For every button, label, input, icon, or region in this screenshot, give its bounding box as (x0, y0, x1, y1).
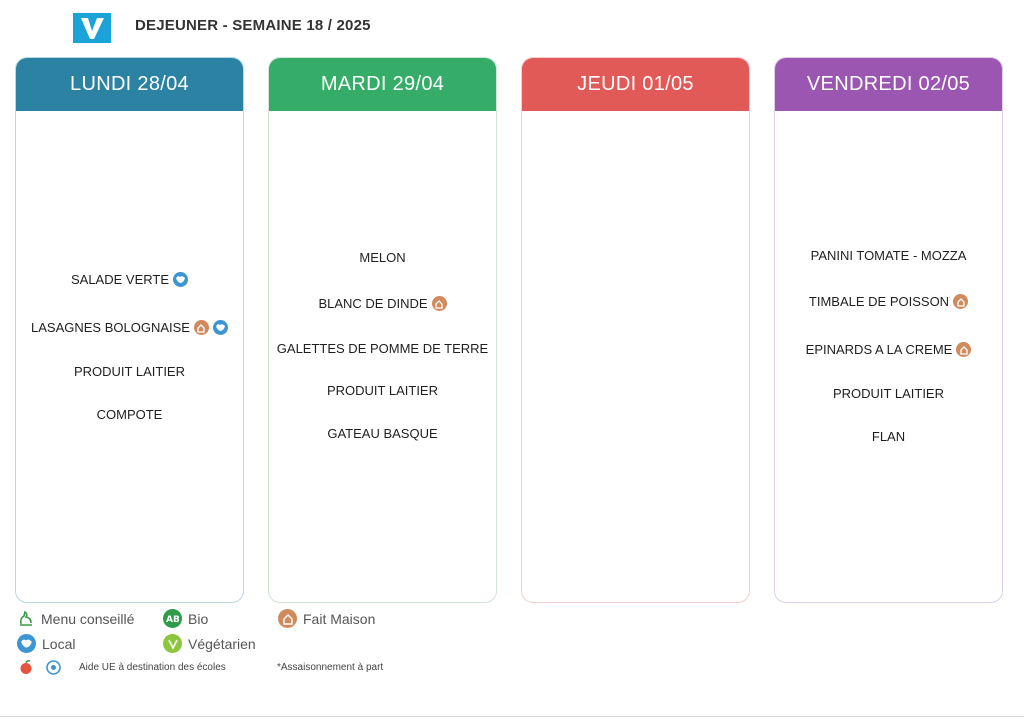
legend-label: Menu conseillé (41, 611, 135, 627)
bio-icon: AB (163, 609, 182, 628)
menu-item: FLAN (775, 429, 1002, 444)
day-card-jeudi: JEUDI 01/05 (521, 57, 750, 603)
svg-text:AB: AB (166, 615, 179, 624)
aide-ue-label: Aide UE à destination des écoles (79, 662, 226, 673)
day-card-lundi: LUNDI 28/04 SALADE VERTE LASAGNES BOLOGN… (15, 57, 244, 603)
menu-item-label: PRODUIT LAITIER (326, 383, 438, 398)
menu-conseille-icon (20, 610, 32, 626)
menu-item: MELON (269, 250, 496, 265)
menu-item-label: LASAGNES BOLOGNAISE (31, 320, 190, 335)
legend-label: Fait Maison (303, 610, 376, 627)
fait-maison-icon (431, 296, 447, 311)
legend-menu-conseille: Menu conseillé (17, 610, 134, 628)
legend-bio: AB Bio (163, 609, 208, 628)
apple-icon (20, 660, 32, 674)
day-card-vendredi: VENDREDI 02/05 PANINI TOMATE - MOZZA TIM… (774, 57, 1003, 603)
footer-divider (0, 716, 1024, 717)
menu-item: PRODUIT LAITIER (269, 383, 496, 398)
menu-item: SALADE VERTE (16, 272, 243, 287)
assaisonnement-note: *Assaisonnement à part (277, 662, 384, 673)
fait-maison-icon (193, 320, 209, 335)
milk-icon (46, 660, 61, 675)
day-header-jeudi: JEUDI 01/05 (522, 58, 749, 111)
page-title: DEJEUNER - SEMAINE 18 / 2025 (135, 17, 371, 34)
day-header-vendredi: VENDREDI 02/05 (775, 58, 1002, 111)
menu-item-label: PRODUIT LAITIER (73, 364, 185, 379)
menu-item: EPINARDS A LA CREME (775, 342, 1002, 357)
vegetarien-icon (163, 634, 182, 653)
fait-maison-icon (953, 294, 969, 309)
menu-item: PANINI TOMATE - MOZZA (775, 248, 1002, 263)
menu-item-label: FLAN (871, 429, 906, 444)
menu-item: COMPOTE (16, 407, 243, 422)
menu-item: GALETTES DE POMME DE TERRE (269, 341, 496, 356)
legend-fait-maison: Fait Maison (278, 609, 375, 628)
day-header-lundi: LUNDI 28/04 (16, 58, 243, 111)
legend-local: Local (17, 634, 75, 653)
menu-item: PRODUIT LAITIER (775, 386, 1002, 401)
menu-item: TIMBALE DE POISSON (775, 294, 1002, 309)
menu-item-label: MELON (359, 250, 406, 265)
day-card-mardi: MARDI 29/04 MELON BLANC DE DINDE GALETTE… (268, 57, 497, 603)
menu-item-label: COMPOTE (96, 407, 163, 422)
fait-maison-icon (278, 609, 297, 628)
school-catering-logo (73, 13, 111, 43)
menu-item-label: TIMBALE DE POISSON (808, 294, 950, 309)
menu-item-label: PRODUIT LAITIER (832, 386, 944, 401)
menu-item-label: GATEAU BASQUE (327, 426, 438, 441)
local-icon (173, 272, 189, 287)
fait-maison-icon (956, 342, 972, 357)
legend-label: Local (42, 635, 76, 652)
local-icon (212, 320, 228, 335)
menu-item-label: EPINARDS A LA CREME (805, 342, 953, 357)
legend-vegetarien: Végétarien (163, 634, 256, 653)
day-header-mardi: MARDI 29/04 (269, 58, 496, 111)
menu-item: PRODUIT LAITIER (16, 364, 243, 379)
legend-label: Bio (188, 610, 209, 627)
menu-item-label: PANINI TOMATE - MOZZA (810, 248, 967, 263)
menu-item-label: SALADE VERTE (70, 272, 170, 287)
menu-item: GATEAU BASQUE (269, 426, 496, 441)
menu-item: LASAGNES BOLOGNAISE (16, 320, 243, 335)
menu-item-label: GALETTES DE POMME DE TERRE (276, 341, 489, 356)
menu-item: BLANC DE DINDE (269, 296, 496, 311)
local-icon (17, 634, 36, 653)
menu-item-label: BLANC DE DINDE (318, 296, 428, 311)
legend-label: Végétarien (188, 635, 256, 652)
